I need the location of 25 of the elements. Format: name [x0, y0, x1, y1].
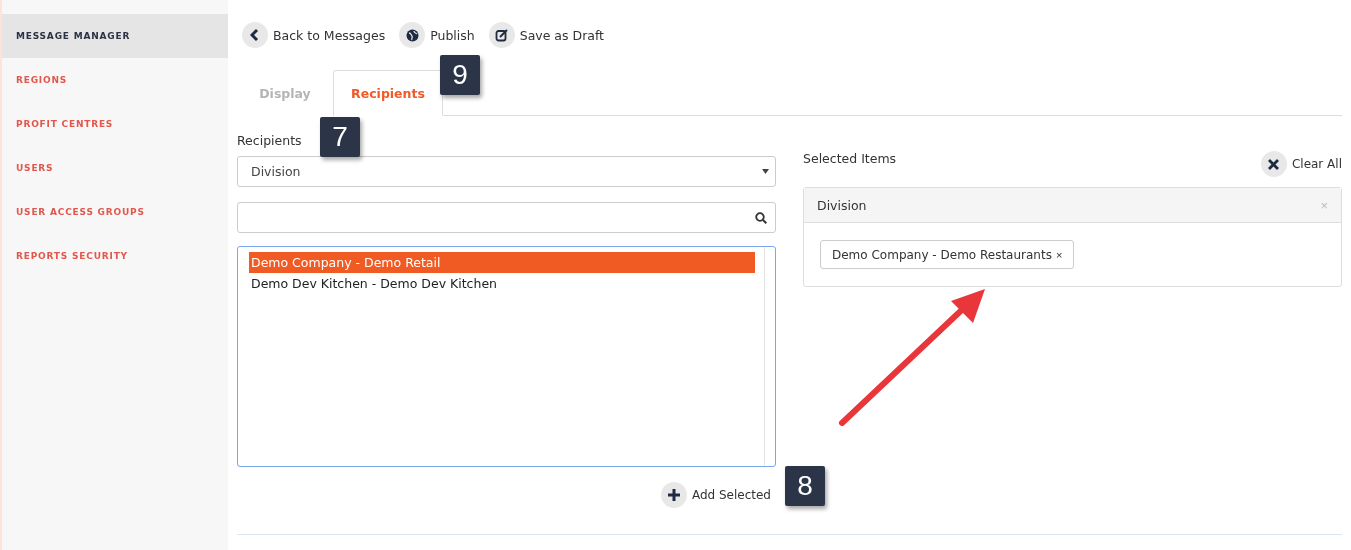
- sidebar-item[interactable]: MESSAGE MANAGER: [2, 14, 228, 58]
- tag-remove-button[interactable]: ×: [1055, 248, 1063, 261]
- save-draft-button[interactable]: Save as Draft: [488, 22, 604, 48]
- tag-label: Demo Company - Demo Restaurants: [832, 247, 1052, 262]
- section-title: Selected Items: [803, 151, 897, 166]
- back-button[interactable]: Back to Messages: [242, 22, 386, 48]
- search-field[interactable]: [237, 202, 776, 233]
- recipients-select[interactable]: Division: [237, 156, 776, 187]
- field-label: Recipients: [237, 133, 302, 148]
- plus-icon: [667, 489, 680, 501]
- step-number-callout: 9: [440, 55, 480, 95]
- list-option[interactable]: Demo Dev Kitchen - Demo Dev Kitchen: [249, 273, 755, 294]
- clear-all-button[interactable]: Clear All: [1260, 151, 1342, 177]
- panel-title: Division: [817, 197, 867, 213]
- step-number-callout: 8: [785, 466, 825, 506]
- publish-button[interactable]: Publish: [399, 22, 475, 48]
- options-listbox[interactable]: Demo Company - Demo Retail Demo Dev Kitchen - Demo Dev Kitchen: [237, 246, 776, 467]
- globe-icon: [405, 28, 419, 42]
- caret-icon: [762, 169, 769, 174]
- search-icon: [755, 211, 767, 224]
- chevron-left-icon: [250, 29, 260, 41]
- add-selected-button[interactable]: Add Selected: [660, 482, 771, 508]
- step-number-callout: 7: [320, 117, 360, 157]
- edit-icon: [494, 28, 509, 42]
- close-icon: [1268, 158, 1280, 170]
